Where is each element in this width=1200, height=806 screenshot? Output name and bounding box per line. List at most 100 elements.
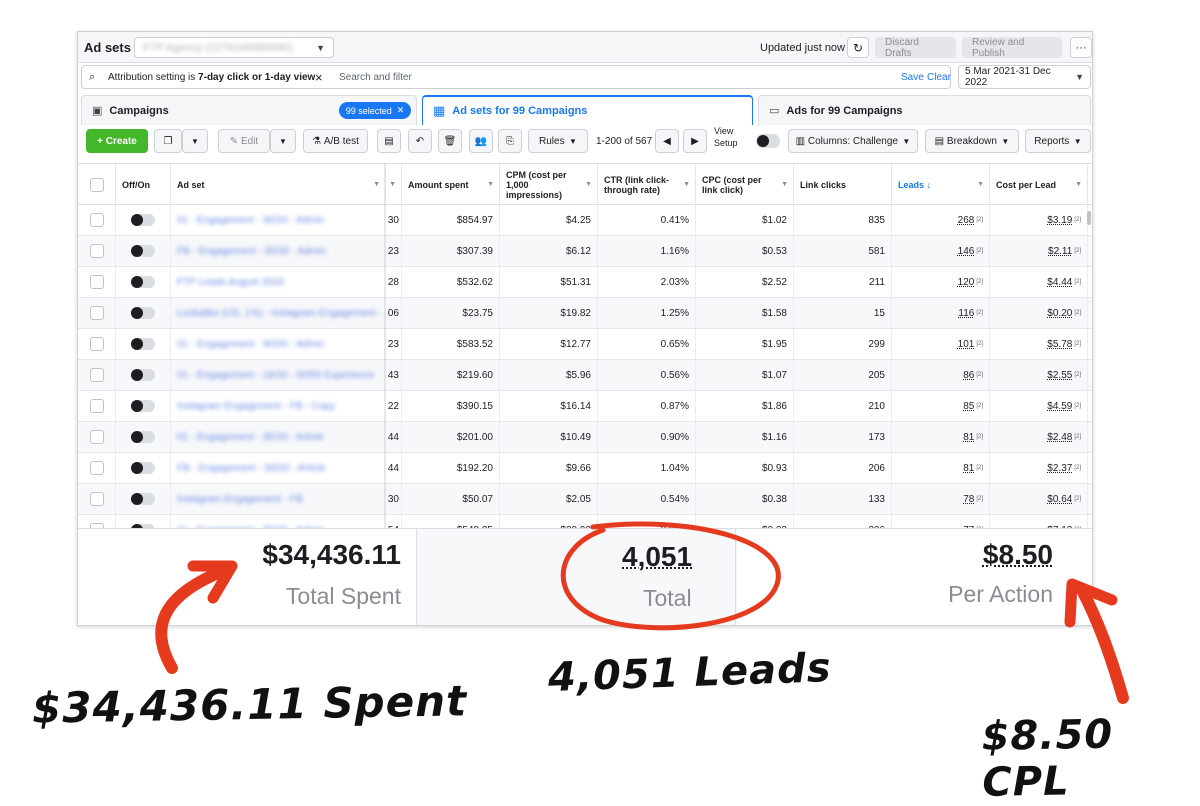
review-publish-button[interactable]: Review and Publish [962,37,1062,59]
col-amount[interactable]: Amount spent ▼ [402,164,500,205]
table-row[interactable]: Instagram Engagement - FB 30 $50.07 $2.05 0.… [78,484,1092,515]
adset-name-link[interactable]: Lookalike (US, 1%) - Instagram Engagemen… [177,308,385,319]
attribution-filter-chip[interactable]: Attribution setting is 7-day click or 1-… [108,66,315,88]
close-icon[interactable]: × [315,66,323,88]
tab-adsets[interactable]: ▦ Ad sets for 99 Campaigns [422,95,753,125]
tab-ads[interactable]: ▭ Ads for 99 Campaigns [758,95,1091,125]
view-setup-toggle[interactable] [756,134,780,148]
on-off-toggle[interactable] [131,462,155,474]
adset-name-link[interactable]: Instagram Engagement - FB [177,494,303,505]
prev-page-button[interactable]: ◀ [655,129,679,153]
col-cpl[interactable]: Cost per Lead ▼ [990,164,1088,205]
save-filter-link[interactable]: Save [901,66,924,88]
adset-name-link[interactable]: 01 - Engagement - 30/20 - Admin [177,215,324,226]
preview-button[interactable]: ⎘ [498,129,522,153]
cell-leads-value[interactable]: 81 [963,463,974,474]
cell-cpl-value[interactable]: $4.44 [1047,277,1072,288]
cell-cpl-value[interactable]: $0.20 [1047,308,1072,319]
create-button[interactable]: + Create [86,129,148,153]
cell-cpl-value[interactable]: $2.11 [1048,246,1072,257]
table-row[interactable]: 01 - Engagement - 30/20 - Admin 30 $854.97… [78,205,1092,236]
row-checkbox[interactable] [89,306,104,320]
on-off-toggle[interactable] [131,369,155,381]
cell-leads-value[interactable]: 101 [958,339,975,350]
on-off-toggle[interactable] [131,214,155,226]
clipboard-button[interactable]: ▤ [377,129,401,153]
search-input[interactable]: Search and filter [339,66,412,88]
table-row[interactable]: FB - Engagement - 30/20 - Article 44 $192.… [78,453,1092,484]
cell-cpl-value[interactable]: $2.37 [1047,463,1072,474]
vertical-scrollbar[interactable] [1087,211,1091,225]
col-adset[interactable]: Ad set ▼ [171,164,386,205]
close-icon[interactable]: ✕ [397,105,405,116]
duplicate-menu-button[interactable]: ▼ [182,129,208,153]
reports-button[interactable]: Reports ▼ [1025,129,1091,153]
on-off-toggle[interactable] [131,307,155,319]
on-off-toggle[interactable] [131,493,155,505]
on-off-toggle[interactable] [131,431,155,443]
row-checkbox[interactable] [89,461,104,475]
cell-cpl-value[interactable]: $2.55 [1047,370,1072,381]
cell-cpl-value[interactable]: $4.59 [1047,401,1072,412]
col-clicks[interactable]: Link clicks [794,164,892,205]
rules-button[interactable]: Rules ▼ [528,129,588,153]
col-ctr[interactable]: CTR (link click-through rate) ▼ [598,164,696,205]
cell-leads-value[interactable]: 78 [963,494,974,505]
adset-name-link[interactable]: 01 - Engagement - 30/20 - Admin [177,339,324,350]
row-checkbox[interactable] [89,399,104,413]
row-checkbox[interactable] [89,337,104,351]
row-checkbox[interactable] [89,492,104,506]
row-checkbox[interactable] [89,430,104,444]
row-checkbox[interactable] [89,213,104,227]
undo-button[interactable]: ↶ [408,129,432,153]
adset-name-link[interactable]: Instagram Engagement - FB - Copy [177,401,335,412]
adset-name-link[interactable]: FTP Leads August 2020 [177,277,284,288]
cell-leads-value[interactable]: 86 [963,370,974,381]
col-cpm[interactable]: CPM (cost per 1,000 impressions) ▼ [500,164,598,205]
adset-name-link[interactable]: 01 - Engagement - 18/20 - 50/50 Experien… [177,370,374,381]
clear-filter-link[interactable]: Clear [927,66,951,88]
select-all-checkbox[interactable] [89,177,104,192]
more-options-button[interactable]: ··· [1070,37,1092,58]
columns-button[interactable]: ▥ Columns: Challenge ▼ [788,129,918,153]
row-checkbox[interactable] [89,275,104,289]
duplicate-button[interactable]: ❐ [154,129,182,153]
cell-cpl-value[interactable]: $3.19 [1047,215,1072,226]
cell-leads-value[interactable]: 120 [958,277,975,288]
cell-cpl-value[interactable]: $0.64 [1047,494,1072,505]
col-offon[interactable]: Off/On [116,164,171,205]
adset-name-link[interactable]: FB - Engagement - 30/30 - Admin [177,246,326,257]
edit-button[interactable]: ✎ Edit [218,129,270,153]
refresh-button[interactable]: ↻ [847,37,869,58]
on-off-toggle[interactable] [131,245,155,257]
table-row[interactable]: Lookalike (US, 1%) - Instagram Engagemen… [78,298,1092,329]
cell-cpl-value[interactable]: $5.78 [1047,339,1072,350]
audience-button[interactable]: 👥 [469,129,493,153]
col-cpc[interactable]: CPC (cost per link click) ▼ [696,164,794,205]
col-leads[interactable]: Leads ↓ ▼ [892,164,990,205]
discard-drafts-button[interactable]: Discard Drafts [875,37,956,59]
table-row[interactable]: 01 - Engagement - 30/20 - Admin54$548.35… [78,515,1092,528]
edit-menu-button[interactable]: ▼ [270,129,296,153]
row-checkbox[interactable] [89,368,104,382]
adset-name-link[interactable]: 01 - Engagement - 30/20 - Article [177,432,324,443]
table-row[interactable]: FB - Engagement - 30/30 - Admin 23 $307.39… [78,236,1092,267]
on-off-toggle[interactable] [131,276,155,288]
selected-badge[interactable]: 99 selected ✕ [339,102,411,119]
table-row[interactable]: 01 - Engagement - 18/20 - 50/50 Experien… [78,360,1092,391]
date-range-picker[interactable]: 5 Mar 2021-31 Dec 2022 ▼ [958,65,1091,89]
cell-cpl-value[interactable]: $2.48 [1047,432,1072,443]
on-off-toggle[interactable] [131,400,155,412]
tab-campaigns[interactable]: ▣ Campaigns 99 selected ✕ [81,95,417,125]
ab-test-button[interactable]: ⚗ A/B test [303,129,368,153]
account-selector[interactable]: FTP Agency (2276346989090) ▼ [134,37,334,58]
table-row[interactable]: Instagram Engagement - FB - Copy 22 $390.1… [78,391,1092,422]
cell-leads-value[interactable]: 116 [958,308,974,319]
on-off-toggle[interactable] [131,338,155,350]
adset-name-link[interactable]: FB - Engagement - 30/20 - Article [177,463,325,474]
table-row[interactable]: 01 - Engagement - 30/20 - Article 44 $201.… [78,422,1092,453]
breakdown-button[interactable]: ▤ Breakdown ▼ [925,129,1019,153]
table-row[interactable]: FTP Leads August 2020 28 $532.62 $51.31 2.03… [78,267,1092,298]
next-page-button[interactable]: ▶ [683,129,707,153]
cell-leads-value[interactable]: 268 [958,215,975,226]
